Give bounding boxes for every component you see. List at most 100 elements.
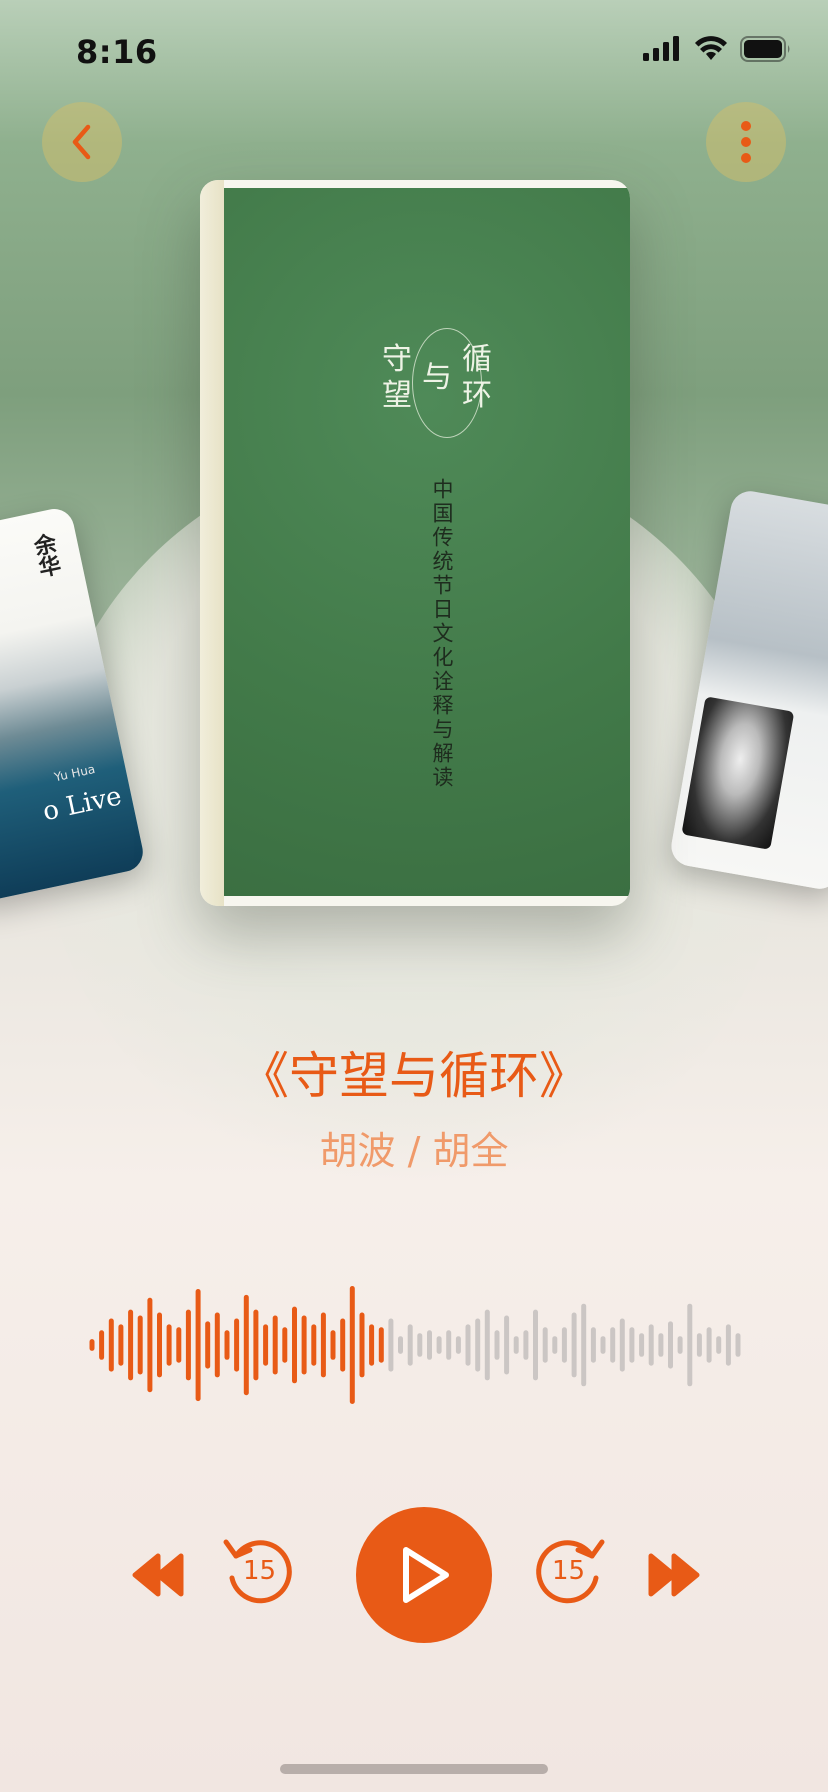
waveform-bar [523,1330,529,1360]
waveform-bar [195,1289,201,1402]
waveform-bar [128,1309,134,1381]
waveform-bar [455,1336,461,1354]
waveform-bar [224,1330,230,1360]
more-vertical-icon [741,121,751,163]
playback-controls: 15 15 [0,1500,828,1650]
waveform-bar [629,1327,635,1363]
waveform-bar [243,1294,249,1396]
waveform-bar [214,1312,220,1378]
previous-book-author: 余华 [28,531,63,580]
current-book-cover[interactable]: 守 望 与 循 环 中国传统节日文化诠释与解读 [200,180,630,906]
book-author: 胡波 / 胡全 [319,1129,509,1173]
rewind-button[interactable] [128,1540,188,1610]
waveform-bar [581,1303,587,1387]
player-screen: 8:16 余华 Yu Hua o Live 守 望 与 循 环 中国传统节日文化… [0,0,828,1792]
waveform-bar [185,1309,191,1381]
waveform-bar [234,1318,240,1372]
waveform-bar [349,1286,355,1404]
waveform-bar [542,1327,548,1363]
waveform-bar [590,1327,596,1363]
waveform-bar [99,1330,105,1360]
next-book-portrait [681,696,795,850]
waveform-bar [166,1324,172,1366]
waveform-bar [147,1297,153,1393]
waveform-bar [272,1315,278,1375]
waveform-bar [378,1327,384,1363]
skip-forward-label: 15 [552,1556,586,1586]
rewind-icon [132,1553,184,1597]
previous-book-title: o Live [40,781,125,828]
waveform-bar [118,1324,124,1366]
waveform-bar [600,1336,606,1354]
waveform-bar [484,1309,490,1381]
previous-book-author-latin: Yu Hua [52,761,97,785]
waveform-bar [658,1333,664,1357]
play-button[interactable] [356,1507,492,1643]
waveform-bar [513,1336,519,1354]
status-time: 8:16 [76,33,158,71]
waveform-bar [157,1312,162,1378]
waveform-bar [330,1330,336,1360]
waveform-bar [696,1333,702,1357]
waveform-bar [407,1324,413,1366]
wifi-icon [694,36,728,66]
chevron-left-icon [72,124,91,160]
play-icon [403,1547,449,1603]
home-indicator [280,1764,548,1774]
waveform-bar [176,1327,182,1363]
waveform-bar [320,1312,326,1378]
cover-title-char: 环 [462,378,492,413]
waveform-bar [465,1324,471,1366]
fast-forward-icon [648,1553,700,1597]
skip-forward-15-button[interactable]: 15 [532,1532,608,1612]
skip-back-15-button[interactable]: 15 [220,1532,296,1612]
waveform-bar [735,1333,741,1357]
waveform-bar [648,1324,654,1366]
cover-title-char: 望 [382,378,412,413]
waveform-bar [494,1330,500,1360]
audio-waveform-scrubber[interactable] [0,1270,828,1420]
waveform-bar [687,1303,693,1387]
waveform-bar [311,1324,317,1366]
waveform-bar [619,1318,625,1372]
waveform-bar [417,1333,423,1357]
waveform-bar [552,1336,558,1354]
battery-icon [740,36,792,66]
cellular-signal-icon [642,36,682,66]
waveform-bar [725,1324,731,1366]
waveform-bar [706,1327,712,1363]
waveform-bar [398,1336,403,1354]
waveform-bar [108,1318,114,1372]
cover-face: 守 望 与 循 环 中国传统节日文化诠释与解读 [224,188,630,896]
waveform-bar [677,1336,683,1354]
waveform-bar [253,1309,259,1381]
waveform-bar [340,1318,346,1372]
waveform-bar [427,1330,432,1360]
waveform-bar [359,1312,365,1378]
waveform-bar [716,1336,722,1354]
waveform-bar [436,1336,442,1354]
waveform-bar [205,1321,211,1369]
cover-spine [200,180,224,906]
back-button[interactable] [42,102,122,182]
waveform-bar [292,1306,297,1384]
waveform-bar [446,1330,452,1360]
waveform-bar [89,1339,95,1351]
book-title: 《守望与循环》 [239,1047,589,1105]
cover-subtitle: 中国传统节日文化诠释与解读 [430,478,454,790]
more-options-button[interactable] [706,102,786,182]
waveform-bar [388,1318,394,1372]
waveform-bar [282,1327,288,1363]
fast-forward-button[interactable] [644,1540,704,1610]
status-bar: 8:16 [0,0,828,100]
waveform-bar [504,1315,510,1375]
cover-title-char: 与 [422,360,452,395]
waveform-bar [263,1324,269,1366]
skip-back-label: 15 [243,1556,277,1586]
waveform-bar [137,1315,143,1375]
waveform-bar [639,1333,645,1357]
waveform-bar [475,1318,481,1372]
waveform-bar [533,1309,538,1381]
waveform-bar [571,1312,577,1378]
status-icons [642,36,792,66]
